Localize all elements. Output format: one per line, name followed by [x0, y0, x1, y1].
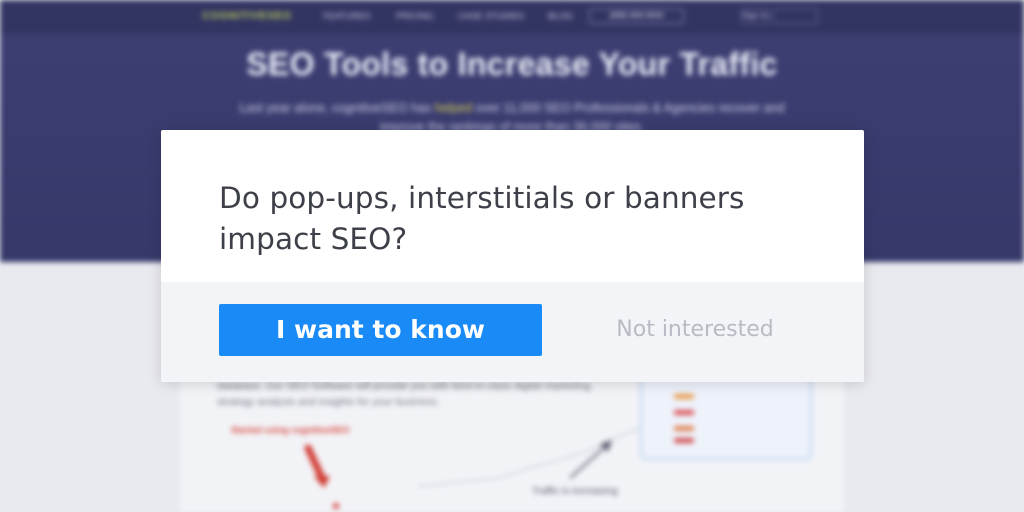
nav-phone: (888) 869-9940: [589, 8, 684, 24]
traffic-graph: [420, 425, 647, 487]
nav-item-features: FEATURES: [323, 11, 371, 21]
hero-title: SEO Tools to Increase Your Traffic: [246, 46, 778, 82]
red-arrow-icon: [304, 444, 339, 509]
nav-item-pricing: PRICING: [396, 11, 434, 21]
site-logo: COGNITIVESEO: [202, 10, 292, 22]
annotation-red-label: Started using cognitiveSEO: [231, 425, 350, 435]
nav-account-icon: [772, 8, 818, 24]
nav-item-case-studies: CASE STUDIES: [458, 11, 525, 21]
nav-login: Sign In: [741, 8, 769, 24]
hero-subtitle-part1: Last year alone, cognitiveSEO has: [239, 101, 435, 115]
modal-question: Do pop-ups, interstitials or banners imp…: [219, 181, 745, 256]
nav-item-blog: BLOG: [548, 11, 574, 21]
not-interested-link[interactable]: Not interested: [575, 304, 815, 356]
traffic-label: Traffic is increasing: [532, 486, 618, 497]
content-paragraph: database. Our SEO Software will provide …: [217, 380, 591, 408]
modal-footer: I want to know Not interested: [161, 282, 864, 382]
i-want-to-know-button[interactable]: I want to know: [219, 304, 542, 356]
seo-popup-modal: Do pop-ups, interstitials or banners imp…: [161, 130, 864, 382]
hero-subtitle-highlight: helped: [434, 101, 473, 115]
